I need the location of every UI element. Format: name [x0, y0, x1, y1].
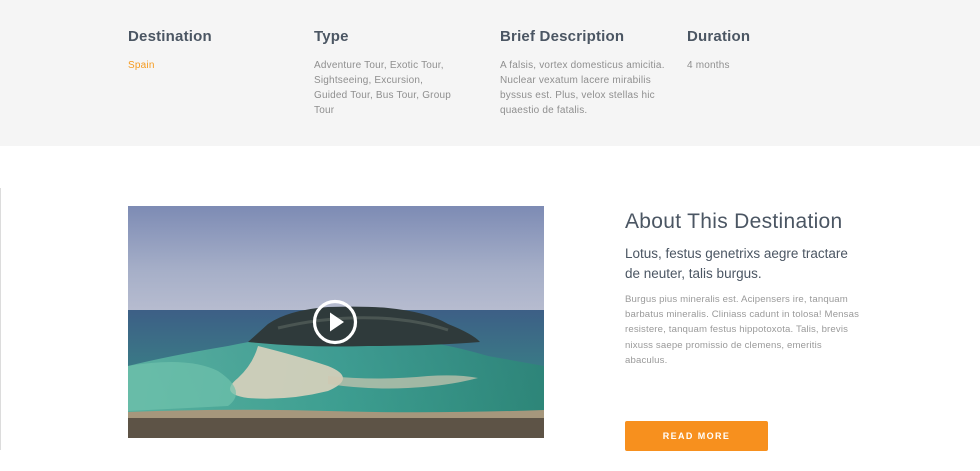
- about-subtitle: Lotus, festus genetrixs aegre tractare d…: [625, 246, 848, 281]
- about-destination: About This Destination Lotus, festus gen…: [625, 207, 865, 368]
- destination-column: Destination Spain: [128, 28, 288, 73]
- duration-heading: Duration: [687, 28, 751, 45]
- duration-value: 4 months: [687, 60, 730, 71]
- description-heading: Brief Description: [500, 28, 625, 45]
- description-column: Brief Description A falsis, vortex domes…: [500, 28, 664, 118]
- destination-video[interactable]: [128, 206, 544, 438]
- type-value: Adventure Tour, Exotic Tour, Sightseeing…: [314, 60, 451, 116]
- destination-value: Spain: [128, 60, 155, 71]
- type-heading: Type: [314, 28, 349, 45]
- left-edge-divider: [0, 188, 1, 450]
- type-column: Type Adventure Tour, Exotic Tour, Sights…: [314, 28, 474, 118]
- read-more-button[interactable]: READ MORE: [625, 421, 768, 451]
- tour-info-band: Destination Spain Type Adventure Tour, E…: [0, 0, 980, 146]
- duration-column: Duration 4 months: [687, 28, 847, 73]
- about-text: Burgus pius mineralis est. Acipensers ir…: [625, 294, 860, 366]
- play-circle-icon[interactable]: [312, 299, 358, 345]
- destination-heading: Destination: [128, 28, 212, 45]
- about-title: About This Destination: [625, 210, 843, 233]
- description-value: A falsis, vortex domesticus amicitia. Nu…: [500, 60, 665, 116]
